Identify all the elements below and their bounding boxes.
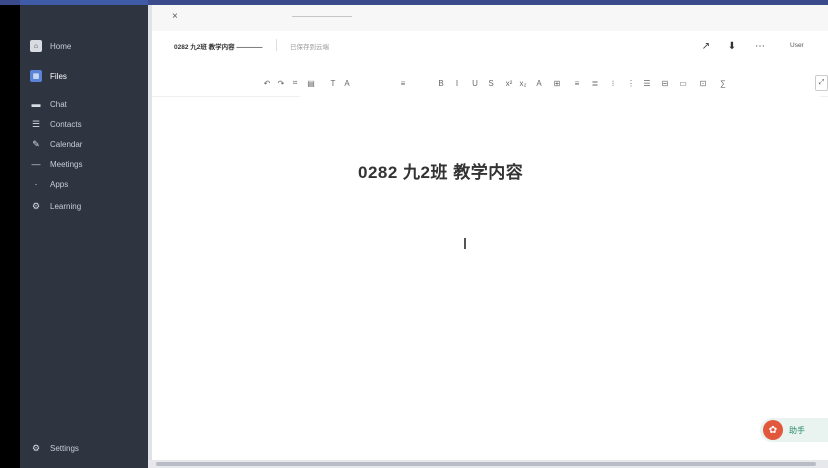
format-button-20[interactable]: ⊟ [660,77,670,89]
sidebar-item-label: Home [50,41,72,51]
contacts-icon: ☰ [31,118,41,129]
format-button-11[interactable]: x² [504,77,514,89]
save-status: 已保存到云端 [290,44,329,51]
sidebar-accent [20,0,148,5]
window-edge [0,0,20,468]
format-button-6[interactable]: ≡ [398,77,408,89]
format-button-3[interactable]: ▤ [306,77,316,89]
chat-icon: ▬ [31,99,41,109]
format-button-19[interactable]: ☰ [642,77,652,89]
editor-area: × —————————— 0282 九2班 教学内容 ———— 已保存到云端 ↗… [148,5,828,468]
format-button-15[interactable]: ≡ [572,77,582,89]
format-button-18[interactable]: ⋮ [626,77,636,89]
user-name[interactable]: User [790,42,804,49]
expand-icon[interactable]: ⤢ [815,75,828,91]
sidebar-item-label: Learning [50,201,82,211]
format-button-10[interactable]: S [486,77,496,89]
format-button-14[interactable]: ⊞ [552,77,562,89]
sidebar-item-label: Chat [50,99,67,109]
document-titlebar: 0282 九2班 教学内容 ———— 已保存到云端 ↗ ⬇ ⋯ User [152,31,828,61]
sidebar-item-label: Calendar [50,139,83,149]
sidebar-item-files[interactable]: ▦ Files [30,68,67,84]
format-button-4[interactable]: T [328,77,338,89]
format-button-13[interactable]: A [534,77,544,89]
document-name[interactable]: 0282 九2班 教学内容 ———— [174,41,263,51]
format-button-23[interactable]: ∑ [718,77,728,89]
text-caret [464,238,466,249]
format-button-5[interactable]: A [342,77,352,89]
sidebar-item-home[interactable]: ⌂ Home [30,38,71,54]
sidebar-item-label: Contacts [50,119,82,129]
format-button-22[interactable]: ⊡ [698,77,708,89]
calendar-icon: ✎ [32,138,40,149]
sidebar: ⌂ Home ▦ Files ▬ Chat ☰ Contacts ✎ Calen… [20,0,148,468]
sidebar-item-label: Meetings [50,159,83,169]
sidebar-item-apps[interactable]: · Apps [30,176,69,192]
assistant-label: 助手 [789,425,805,435]
format-button-8[interactable]: I [452,77,462,89]
format-button-1[interactable]: ↷ [276,77,286,89]
sidebar-item-label: Settings [50,443,79,453]
format-button-21[interactable]: ▭ [678,77,688,89]
tab-title[interactable]: —————————— [292,14,352,20]
scrollbar-thumb[interactable] [156,462,816,466]
home-icon: ⌂ [30,40,42,52]
sidebar-item-calendar[interactable]: ✎ Calendar [30,136,82,152]
format-button-2[interactable]: ⌗ [290,77,300,89]
close-icon[interactable]: × [172,11,178,22]
document-page[interactable]: 0282 九2班 教学内容 [300,92,820,460]
meetings-icon: — [31,159,41,169]
horizontal-scrollbar[interactable] [148,460,828,468]
more-icon[interactable]: ⋯ [754,40,766,52]
share-icon[interactable]: ↗ [700,40,712,52]
tab-bar: × —————————— [152,5,828,31]
document-heading[interactable]: 0282 九2班 教学内容 [358,158,523,183]
format-button-7[interactable]: B [436,77,446,89]
format-button-0[interactable]: ↶ [262,77,272,89]
apps-icon: · [34,179,38,189]
format-button-17[interactable]: ⁝ [608,77,618,89]
sidebar-item-chat[interactable]: ▬ Chat [30,96,67,112]
file-icon: ▦ [30,70,42,82]
format-button-9[interactable]: U [470,77,480,89]
format-button-16[interactable]: ≣ [590,77,600,89]
divider [276,39,277,51]
format-button-12[interactable]: x₂ [518,77,528,89]
download-icon[interactable]: ⬇ [726,40,738,52]
learning-icon: ⚙ [31,200,41,211]
sidebar-item-settings[interactable]: ⚙ Settings [30,440,79,456]
sidebar-item-label: Files [50,71,67,81]
settings-icon: ⚙ [31,442,41,453]
assistant-logo-icon: ✿ [763,420,783,440]
sidebar-item-contacts[interactable]: ☰ Contacts [30,116,82,132]
sidebar-item-learning[interactable]: ⚙ Learning [30,198,81,214]
sidebar-item-meetings[interactable]: — Meetings [30,156,83,172]
sidebar-item-label: Apps [50,179,69,189]
assistant-button[interactable]: ✿ 助手 [760,418,828,442]
